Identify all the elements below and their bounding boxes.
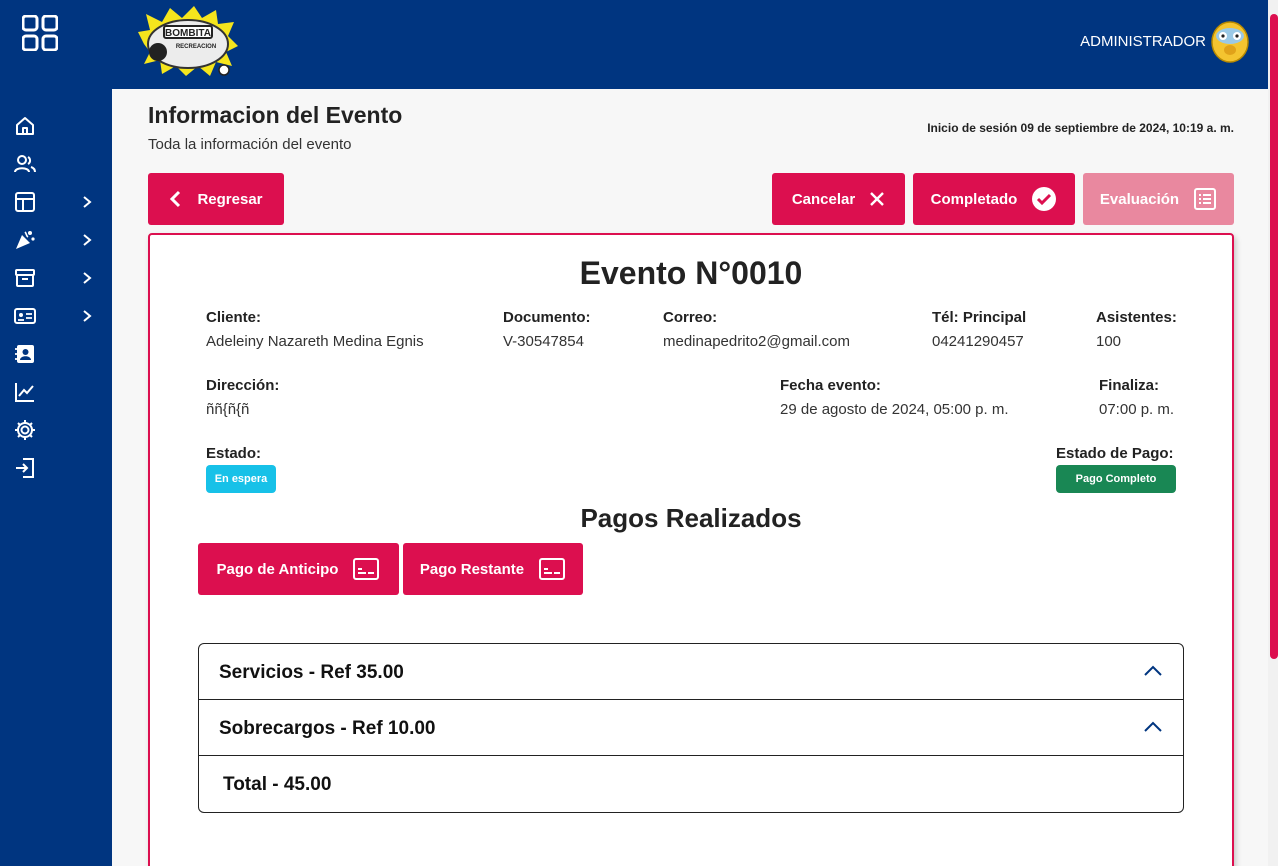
document-value: V-30547854: [503, 333, 584, 350]
check-circle-icon: [1032, 187, 1057, 211]
list-icon: [1194, 188, 1217, 210]
sidebar-item-settings[interactable]: [14, 419, 104, 443]
logout-icon: [16, 458, 34, 478]
document-label: Documento:: [503, 309, 591, 326]
advance-payment-button[interactable]: Pago de Anticipo: [198, 543, 399, 595]
event-title: Evento N°0010: [579, 255, 803, 291]
layout-icon: [15, 192, 35, 212]
complete-button-label: Completado: [930, 190, 1018, 208]
svg-text:BOMBITA: BOMBITA: [165, 28, 211, 39]
grand-total: Total - 45.00: [223, 774, 332, 795]
cancel-button-label: Cancelar: [791, 190, 856, 208]
chevron-right-icon: [83, 234, 92, 246]
admin-label[interactable]: ADMINISTRADOR: [1080, 33, 1206, 50]
sidebar-item-users[interactable]: [14, 153, 104, 177]
scrollbar-thumb[interactable]: [1270, 14, 1278, 659]
end-time-value: 07:00 p. m.: [1099, 401, 1175, 418]
payment-status-badge: Pago Completo: [1056, 465, 1176, 493]
services-total: Servicios - Ref 35.00: [219, 662, 404, 683]
page-title: Informacion del Evento: [148, 102, 403, 128]
grid-menu-icon[interactable]: [22, 15, 58, 51]
settings-icon: [15, 420, 35, 440]
card-icon: [353, 558, 380, 580]
attendees-value: 100: [1096, 333, 1122, 350]
bombita-logo[interactable]: BOMBITA RECREACION: [136, 4, 240, 78]
remaining-payment-button[interactable]: Pago Restante: [403, 543, 583, 595]
accordion-services[interactable]: Servicios - Ref 35.00: [199, 644, 1183, 700]
status-label: Estado:: [206, 445, 262, 462]
sidebar: [0, 89, 112, 866]
close-icon: [870, 192, 885, 206]
chevron-up-icon: [1144, 665, 1162, 676]
phone-label: Tél: Principal: [932, 309, 1027, 326]
chevron-up-icon: [1144, 721, 1162, 732]
sidebar-item-layout[interactable]: [14, 191, 104, 215]
event-date-label: Fecha evento:: [780, 377, 881, 394]
avatar[interactable]: [1210, 20, 1250, 64]
card-icon: [539, 558, 566, 580]
end-time-label: Finaliza:: [1099, 377, 1160, 394]
attendees-label: Asistentes:: [1096, 309, 1177, 326]
cancel-button[interactable]: Cancelar: [772, 173, 905, 225]
sidebar-item-id-card[interactable]: [14, 305, 104, 329]
party-icon: [16, 231, 35, 249]
advance-payment-label: Pago de Anticipo: [216, 560, 339, 578]
svg-text:RECREACION: RECREACION: [176, 44, 216, 50]
contacts-icon: [15, 345, 34, 363]
sidebar-item-party[interactable]: [14, 229, 104, 253]
back-button[interactable]: Regresar: [148, 173, 284, 225]
surcharges-total: Sobrecargos - Ref 10.00: [219, 718, 436, 739]
payment-status-label: Estado de Pago:: [1056, 445, 1174, 462]
client-label: Cliente:: [206, 309, 262, 326]
email-value: medinapedrito2@gmail.com: [663, 333, 850, 350]
id-card-icon: [14, 308, 36, 324]
payments-title: Pagos Realizados: [580, 503, 802, 533]
back-button-label: Regresar: [197, 190, 263, 208]
top-bar: BOMBITA RECREACION ADMINISTRADOR: [0, 0, 1278, 89]
client-value: Adeleiny Nazareth Medina Egnis: [206, 333, 424, 350]
sidebar-item-reports[interactable]: [14, 381, 104, 405]
page-subtitle: Toda la información del evento: [148, 136, 352, 153]
complete-button[interactable]: Completado: [913, 173, 1075, 225]
event-card: Evento N°0010 Cliente: Adeleiny Nazareth…: [148, 233, 1234, 866]
evaluation-button[interactable]: Evaluación: [1083, 173, 1234, 225]
chevron-left-icon: [170, 190, 181, 208]
chevron-right-icon: [83, 310, 92, 322]
email-label: Correo:: [663, 309, 718, 326]
phone-value: 04241290457: [932, 333, 1024, 350]
total-row: Total - 45.00: [199, 756, 1183, 812]
evaluation-button-label: Evaluación: [1099, 190, 1180, 208]
sidebar-item-logout[interactable]: [14, 457, 104, 481]
sidebar-item-archive[interactable]: [14, 267, 104, 291]
sidebar-item-contacts[interactable]: [14, 343, 104, 367]
status-badge: En espera: [206, 465, 276, 493]
archive-icon: [15, 269, 35, 287]
accordion-surcharges[interactable]: Sobrecargos - Ref 10.00: [199, 700, 1183, 756]
address-label: Dirección:: [206, 377, 280, 394]
remaining-payment-label: Pago Restante: [419, 560, 525, 578]
payments-accordion: Servicios - Ref 35.00 Sobrecargos - Ref …: [198, 643, 1184, 813]
address-value: ññ{ñ{ñ: [206, 401, 250, 418]
chevron-right-icon: [83, 196, 92, 208]
home-icon: [16, 117, 34, 135]
chart-icon: [15, 383, 34, 402]
sidebar-item-home[interactable]: [14, 115, 104, 139]
session-info: Inicio de sesión 09 de septiembre de 202…: [927, 121, 1234, 135]
chevron-right-icon: [83, 272, 92, 284]
event-date-value: 29 de agosto de 2024, 05:00 p. m.: [780, 401, 1009, 418]
users-icon: [14, 155, 36, 173]
